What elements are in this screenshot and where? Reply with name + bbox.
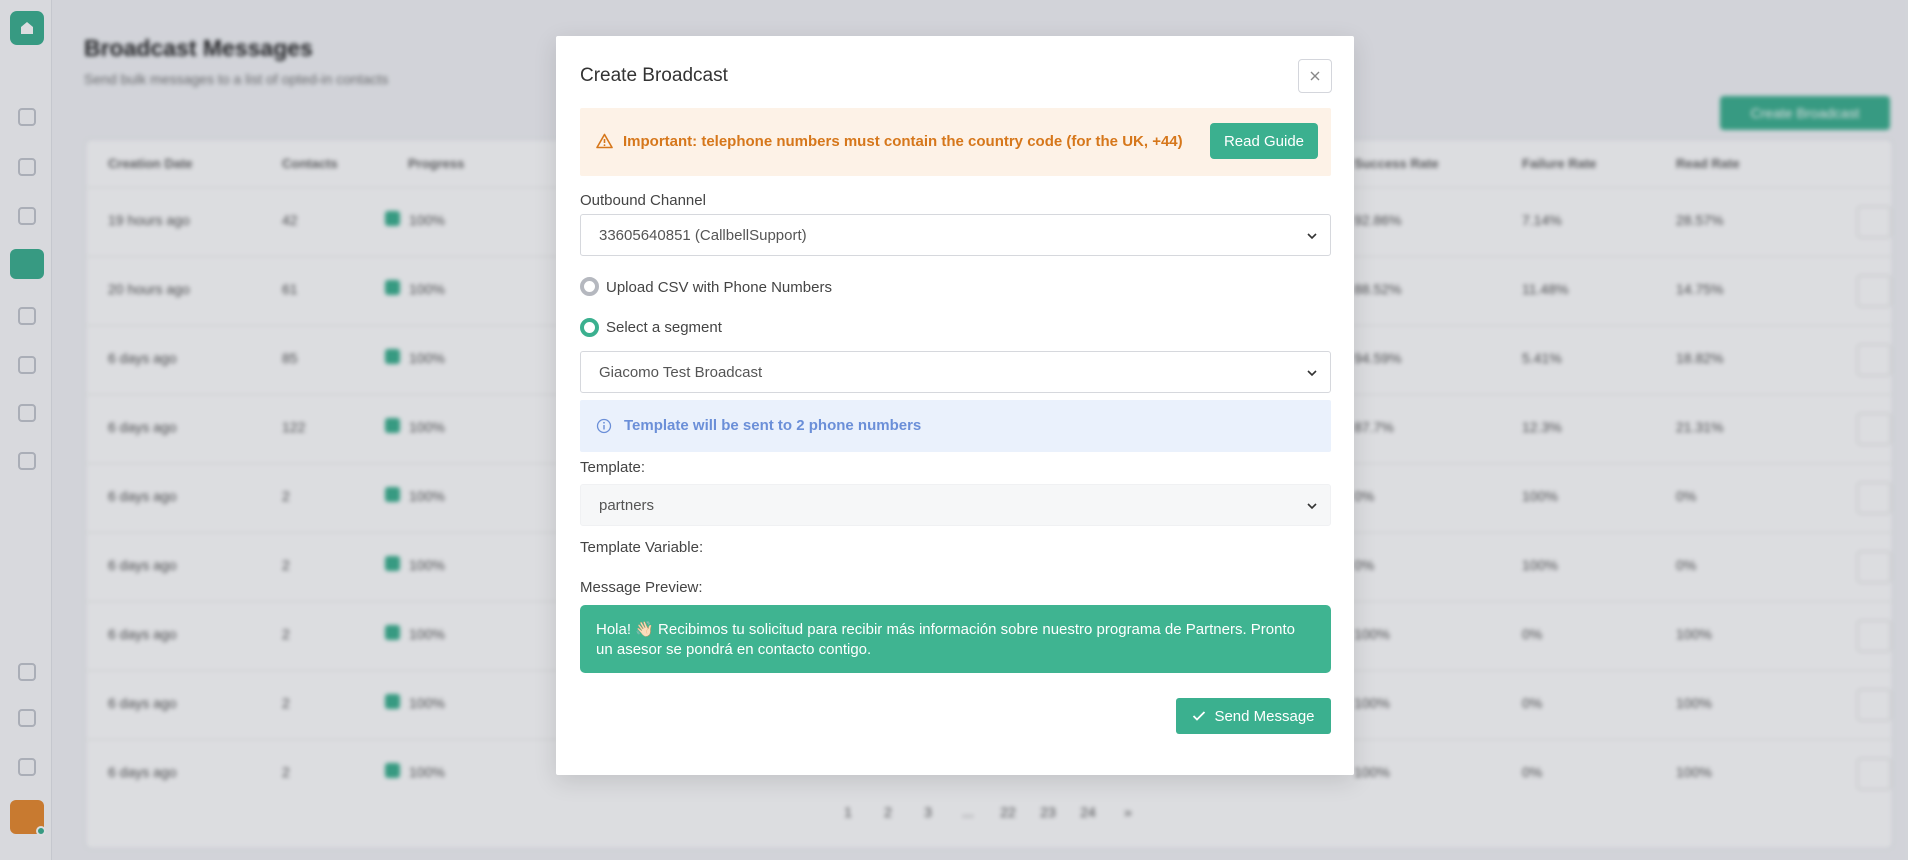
template-value: partners [599, 497, 655, 514]
outbound-channel-label: Outbound Channel [580, 192, 706, 209]
warning-icon [596, 133, 613, 149]
country-code-warning: Important: telephone numbers must contai… [580, 108, 1331, 176]
recipients-info-text: Template will be sent to 2 phone numbers [624, 417, 922, 434]
recipients-info: Template will be sent to 2 phone numbers [580, 400, 1331, 452]
warning-text: Important: telephone numbers must contai… [623, 133, 1183, 150]
select-segment-radio[interactable] [580, 318, 599, 337]
message-preview: Hola! 👋🏻 Recibimos tu solicitud para rec… [580, 605, 1331, 673]
segment-select[interactable]: Giacomo Test Broadcast [580, 351, 1331, 393]
send-message-button[interactable]: Send Message [1176, 698, 1331, 734]
template-select[interactable]: partners [580, 484, 1331, 526]
info-icon [596, 418, 612, 434]
message-preview-label: Message Preview: [580, 579, 703, 596]
chevron-down-icon [1307, 233, 1317, 240]
create-broadcast-modal: Create Broadcast Important: telephone nu… [556, 36, 1354, 775]
select-segment-label[interactable]: Select a segment [606, 319, 722, 336]
read-guide-button[interactable]: Read Guide [1210, 123, 1318, 159]
upload-csv-label[interactable]: Upload CSV with Phone Numbers [606, 279, 832, 296]
segment-value: Giacomo Test Broadcast [599, 364, 763, 381]
close-icon [1310, 71, 1320, 81]
outbound-channel-value: 33605640851 (CallbellSupport) [599, 227, 807, 244]
chevron-down-icon [1307, 503, 1317, 510]
outbound-channel-select[interactable]: 33605640851 (CallbellSupport) [580, 214, 1331, 256]
template-label: Template: [580, 459, 646, 476]
send-message-label: Send Message [1214, 707, 1315, 725]
modal-title: Create Broadcast [580, 65, 728, 86]
close-button[interactable] [1298, 59, 1332, 93]
upload-csv-radio[interactable] [580, 277, 599, 296]
check-icon [1193, 711, 1206, 721]
template-variable-label: Template Variable: [580, 539, 704, 556]
chevron-down-icon [1307, 370, 1317, 377]
